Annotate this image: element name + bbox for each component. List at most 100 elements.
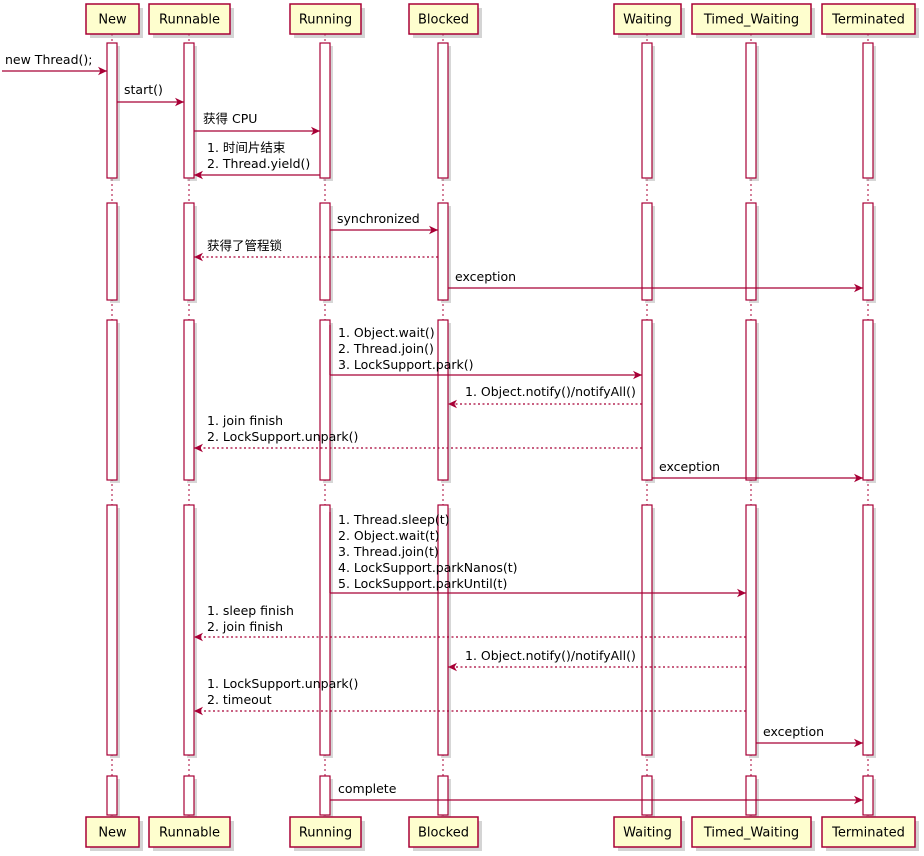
message-m5: synchronized [330, 211, 438, 235]
message-m6: 获得了管程锁 [194, 238, 438, 262]
message-label-m8: 1. Object.wait() 2. Thread.join() 3. LockS… [338, 325, 474, 372]
participant-terminated-top[interactable]: Terminated [821, 3, 919, 38]
message-label-m16: exception [763, 724, 824, 739]
participant-label-new-bottom: New [98, 826, 127, 841]
activation-bar-timed_waiting-1 [745, 202, 757, 301]
message-m7: exception [448, 269, 863, 293]
message-m17: complete [330, 781, 863, 805]
message-label-m3: 获得 CPU [203, 111, 257, 126]
activation-bar-timed_waiting-0 [745, 42, 757, 179]
participant-timed_waiting-top[interactable]: Timed_Waiting [691, 3, 815, 38]
message-m13: 1. sleep finish 2. join finish [194, 603, 746, 642]
participant-label-waiting-top: Waiting [623, 13, 672, 28]
activation-bar-blocked-3 [437, 504, 449, 756]
activation-bar-runnable-4 [183, 775, 195, 816]
message-label-m11: exception [659, 459, 720, 474]
participants-top-layer: New Runnable Running Blocked Waiting Timed_Wa… [85, 3, 919, 38]
message-m9: 1. Object.notify()/notifyAll() [448, 384, 642, 409]
message-m15: 1. LockSupport.unpark() 2. timeout [194, 676, 746, 716]
message-m1: new Thread(); [2, 52, 107, 76]
activation-bar-timed_waiting-2 [745, 319, 757, 481]
activation-bar-terminated-1 [862, 202, 874, 301]
activation-bar-running-2 [319, 319, 331, 481]
participant-running-top[interactable]: Running [289, 3, 365, 38]
participant-label-timed_waiting-top: Timed_Waiting [703, 13, 799, 28]
participant-runnable-top[interactable]: Runnable [148, 3, 234, 38]
message-m14: 1. Object.notify()/notifyAll() [448, 648, 746, 672]
participant-label-terminated-top: Terminated [831, 13, 905, 28]
participant-label-running-bottom: Running [299, 826, 352, 841]
activation-bar-new-3 [106, 504, 118, 756]
message-label-m2: start() [124, 82, 163, 97]
message-label-m9: 1. Object.notify()/notifyAll() [465, 384, 636, 399]
participant-label-runnable-top: Runnable [159, 13, 220, 28]
message-label-m6: 获得了管程锁 [207, 238, 283, 253]
message-m2: start() [117, 82, 184, 107]
message-m12: 1. Thread.sleep(t) 2. Object.wait(t) 3. Th… [329, 512, 746, 598]
activation-bar-waiting-0 [641, 42, 653, 179]
message-label-m4: 1. 时间片结束 2. Thread.yield() [207, 140, 310, 171]
activation-bar-new-4 [106, 775, 118, 816]
activation-bar-waiting-3 [641, 504, 653, 756]
activation-bar-timed_waiting-3 [745, 504, 757, 756]
participant-new-top[interactable]: New [85, 3, 143, 38]
message-label-m13: 1. sleep finish 2. join finish [207, 603, 294, 634]
activation-bar-runnable-2 [183, 319, 195, 481]
message-m16: exception [756, 724, 863, 748]
message-label-m1: new Thread(); [5, 52, 92, 67]
message-label-m7: exception [455, 269, 516, 284]
message-label-m14: 1. Object.notify()/notifyAll() [465, 648, 636, 663]
activation-bar-terminated-0 [862, 42, 874, 179]
activation-bar-running-0 [319, 42, 331, 179]
message-m10: 1. join finish 2. LockSupport.unpark() [194, 413, 642, 453]
activation-bar-terminated-3 [862, 504, 874, 756]
message-m4: 1. 时间片结束 2. Thread.yield() [194, 140, 320, 180]
activation-bar-runnable-1 [183, 202, 195, 301]
participant-blocked-bottom[interactable]: Blocked [408, 816, 482, 851]
participant-blocked-top[interactable]: Blocked [408, 3, 482, 38]
message-m3: 获得 CPU [194, 111, 320, 136]
participant-new-bottom[interactable]: New [85, 816, 143, 851]
activation-bar-blocked-0 [437, 42, 449, 179]
participant-label-running-top: Running [299, 13, 352, 28]
activation-bar-running-3 [319, 504, 331, 756]
message-label-m15: 1. LockSupport.unpark() 2. timeout [207, 676, 358, 707]
participant-waiting-top[interactable]: Waiting [613, 3, 685, 38]
message-label-m5: synchronized [337, 211, 420, 226]
participant-label-timed_waiting-bottom: Timed_Waiting [703, 826, 799, 841]
participant-label-runnable-bottom: Runnable [159, 826, 220, 841]
activation-bar-waiting-4 [641, 775, 653, 816]
participant-label-terminated-bottom: Terminated [831, 826, 905, 841]
activation-bar-runnable-0 [183, 42, 195, 179]
activation-bar-running-4 [319, 775, 331, 816]
message-m8: 1. Object.wait() 2. Thread.join() 3. LockS… [329, 325, 642, 380]
sequence-diagram-svg: new Thread(); start() 获得 CPU 1. 时间片结束 2. Thr… [2, 3, 919, 851]
activation-bar-terminated-2 [862, 319, 874, 481]
participant-waiting-bottom[interactable]: Waiting [613, 816, 685, 851]
participant-timed_waiting-bottom[interactable]: Timed_Waiting [691, 816, 815, 851]
participant-label-new-top: New [98, 13, 127, 28]
messages-layer: new Thread(); start() 获得 CPU 1. 时间片结束 2. Thr… [2, 52, 863, 805]
participants-bottom-layer: New Runnable Running Blocked Waiting Timed_Wa… [85, 816, 919, 851]
activation-bar-terminated-4 [862, 775, 874, 816]
activation-bar-waiting-1 [641, 202, 653, 301]
participant-terminated-bottom[interactable]: Terminated [821, 816, 919, 851]
activation-bar-running-1 [319, 202, 331, 301]
message-label-m12: 1. Thread.sleep(t) 2. Object.wait(t) 3. Th… [338, 512, 518, 591]
activation-bar-new-0 [106, 42, 118, 179]
activation-bar-waiting-2 [641, 319, 653, 481]
sequence-diagram-canvas: new Thread(); start() 获得 CPU 1. 时间片结束 2. Thr… [0, 0, 924, 856]
message-label-m17: complete [338, 781, 397, 796]
activation-bar-blocked-4 [437, 775, 449, 816]
activation-bar-new-1 [106, 202, 118, 301]
participant-runnable-bottom[interactable]: Runnable [148, 816, 234, 851]
message-label-m10: 1. join finish 2. LockSupport.unpark() [207, 413, 358, 444]
activation-bar-timed_waiting-4 [745, 775, 757, 816]
participant-label-blocked-bottom: Blocked [418, 826, 469, 841]
participant-label-waiting-bottom: Waiting [623, 826, 672, 841]
activation-bar-blocked-1 [437, 202, 449, 301]
participant-running-bottom[interactable]: Running [289, 816, 365, 851]
activation-bar-runnable-3 [183, 504, 195, 756]
activation-bar-new-2 [106, 319, 118, 481]
activation-bar-blocked-2 [437, 319, 449, 481]
